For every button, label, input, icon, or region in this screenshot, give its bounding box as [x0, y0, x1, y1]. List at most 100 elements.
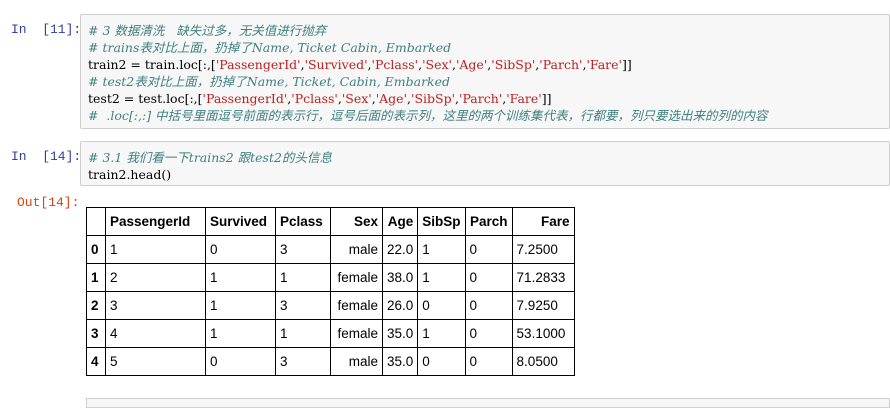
table-cell: 1 [205, 263, 276, 292]
code-string: 'Fare' [506, 91, 542, 106]
table-cell: 71.2833 [511, 263, 575, 292]
table-cell: 0 [464, 347, 513, 376]
code-token: train2.head() [88, 167, 172, 182]
code-comment: # .loc[:,:] 中括号里面逗号前面的表示行，逗号后面的表示列，这里的两个… [88, 108, 768, 123]
table-cell: 53.1000 [511, 319, 575, 348]
code-string: 'Pclass' [291, 91, 338, 106]
table-cell: 0 [464, 235, 513, 264]
code-line: # trains表对比上面，扔掉了Name, Ticket Cabin, Emb… [88, 39, 451, 56]
table-cell: 1 [205, 291, 276, 320]
table-cell: 0 [464, 319, 513, 348]
table-row: 2 3 1 3 female 26.0 0 0 7.9250 [86, 291, 575, 320]
code-string: 'Sex' [422, 57, 452, 72]
code-line: # test2表对比上面，扔掉了Name, Ticket, Cabin, Emb… [88, 73, 450, 90]
table-cell: 0 [205, 235, 276, 264]
table-cell: male [330, 347, 383, 376]
code-comment: # 3 数据清洗 缺失过多，无关值进行抛弃 [88, 23, 327, 38]
table-cell: 2 [105, 263, 206, 292]
row-index: 0 [86, 235, 106, 264]
row-index: 4 [86, 347, 106, 376]
table-cell: female [330, 263, 383, 292]
table-row: 0 1 0 3 male 22.0 1 0 7.2500 [86, 235, 575, 264]
code-string: 'PassengerId' [202, 91, 288, 106]
code-string: 'SibSp' [411, 91, 456, 106]
code-string: 'Age' [375, 91, 408, 106]
code-cell-input[interactable]: # 3 数据清洗 缺失过多，无关值进行抛弃 # trains表对比上面，扔掉了Na… [80, 14, 890, 129]
table-cell: 3 [275, 235, 331, 264]
code-string: 'Pclass' [371, 57, 419, 72]
code-comment: # trains表对比上面，扔掉了Name, Ticket Cabin, Emb… [88, 40, 452, 55]
code-string: 'PassengerId' [215, 57, 301, 72]
code-line: # .loc[:,:] 中括号里面逗号前面的表示行，逗号后面的表示列，这里的两个… [88, 107, 768, 124]
table-cell: 3 [275, 291, 331, 320]
row-index: 1 [86, 263, 106, 292]
table-cell: 7.9250 [511, 291, 575, 320]
table-cell: 1 [417, 235, 466, 264]
table-cell: 0 [417, 347, 466, 376]
code-token: test2 = test.loc[:,[ [88, 91, 203, 106]
table-cell: 7.2500 [511, 235, 575, 264]
code-comment: # test2表对比上面，扔掉了Name, Ticket, Cabin, Emb… [88, 74, 451, 89]
table-cell: 1 [105, 235, 206, 264]
code-line: train2.head() [88, 166, 171, 183]
code-string: 'Fare' [586, 57, 622, 72]
column-header: Age [381, 207, 419, 236]
code-token: ]] [541, 91, 552, 106]
code-line: train2 = train.loc[:,['PassengerId','Sur… [88, 56, 632, 73]
table-cell: 1 [417, 319, 466, 348]
table-row: 3 4 1 1 female 35.0 1 0 53.1000 [86, 319, 575, 348]
table-cell: 26.0 [381, 291, 419, 320]
next-code-cell[interactable] [86, 398, 890, 408]
code-string: 'Parch' [459, 91, 503, 106]
table-cell: 22.0 [381, 235, 419, 264]
table-cell: 35.0 [381, 347, 419, 376]
table-cell: 3 [105, 291, 206, 320]
table-cell: 0 [464, 263, 513, 292]
column-header: Sex [330, 207, 383, 236]
column-header: Fare [511, 207, 575, 236]
code-line: # 3 数据清洗 缺失过多，无关值进行抛弃 [88, 22, 326, 39]
table-cell: 0 [464, 291, 513, 320]
code-string: 'SibSp' [491, 57, 536, 72]
table-cell: 1 [417, 263, 466, 292]
code-line: test2 = test.loc[:,['PassengerId','Pclas… [88, 90, 552, 107]
input-prompt-11: In [11]: [11, 22, 82, 37]
table-cell: 5 [105, 347, 206, 376]
table-header-row: PassengerId Survived Pclass Sex Age SibSp Parc… [86, 207, 575, 236]
code-token: ]] [621, 57, 632, 72]
code-comment: # 3.1 我们看一下trains2 跟test2的头信息 [88, 150, 332, 165]
table-cell: 1 [275, 263, 331, 292]
code-cell-input[interactable]: # 3.1 我们看一下trains2 跟test2的头信息 train2.head… [80, 141, 890, 186]
code-string: 'Sex' [341, 91, 372, 106]
column-header: Pclass [275, 207, 331, 236]
table-cell: 38.0 [381, 263, 419, 292]
table-cell: 3 [275, 347, 331, 376]
code-line: # 3.1 我们看一下trains2 跟test2的头信息 [88, 149, 332, 166]
row-index: 3 [86, 319, 106, 348]
code-string: 'Parch' [539, 57, 583, 72]
column-header: Survived [205, 207, 276, 236]
dataframe-table: PassengerId Survived Pclass Sex Age SibSp Parc… [86, 207, 575, 376]
table-cell: 1 [205, 319, 276, 348]
table-cell: 0 [417, 291, 466, 320]
table-row: 4 5 0 3 male 35.0 0 0 8.0500 [86, 347, 575, 376]
column-header: Parch [464, 207, 513, 236]
table-cell: 0 [205, 347, 276, 376]
row-index: 2 [86, 291, 106, 320]
index-header [86, 207, 106, 236]
table-cell: female [330, 291, 383, 320]
table-cell: 1 [275, 319, 331, 348]
table-cell: male [330, 235, 383, 264]
table-cell: 35.0 [381, 319, 419, 348]
output-prompt-14: Out[14]: [17, 195, 80, 210]
code-string: 'Survived' [304, 57, 368, 72]
code-token: train2 = train.loc[:,[ [88, 57, 216, 72]
input-prompt-14: In [14]: [11, 149, 82, 164]
code-string: 'Age' [455, 57, 488, 72]
table-row: 1 2 1 1 female 38.0 1 0 71.2833 [86, 263, 575, 292]
table-cell: female [330, 319, 383, 348]
column-header: SibSp [417, 207, 466, 236]
table-cell: 8.0500 [511, 347, 575, 376]
table-cell: 4 [105, 319, 206, 348]
column-header: PassengerId [105, 207, 206, 236]
